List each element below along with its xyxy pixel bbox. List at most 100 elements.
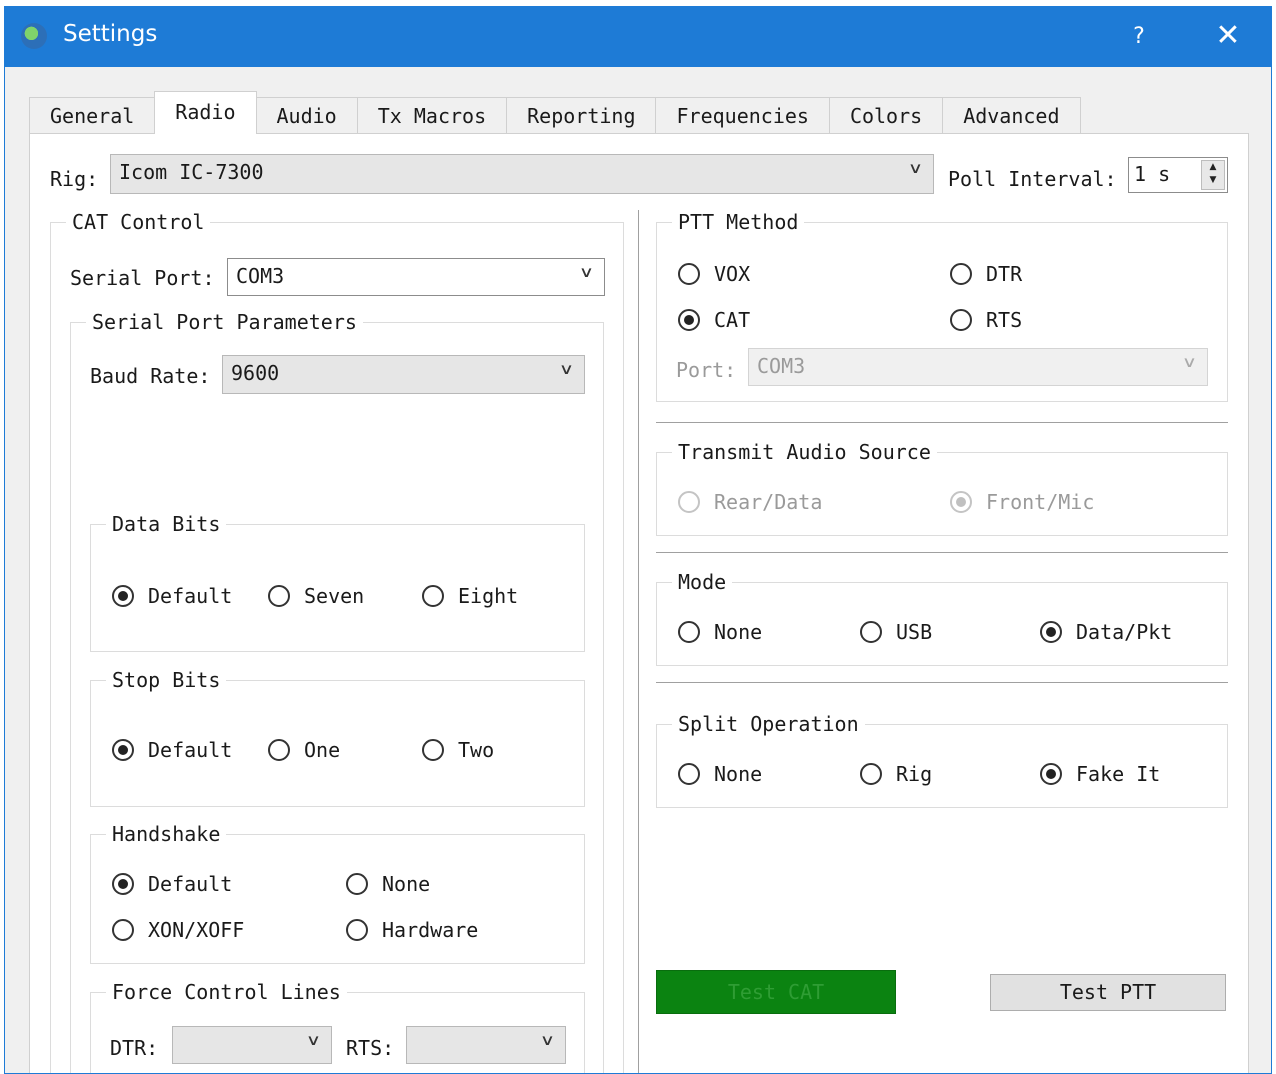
tx-audio-front-radio[interactable]: Front/Mic [950,490,1094,514]
ptt-rts-radio[interactable]: RTS [950,308,1022,332]
stop-bits-default-radio[interactable]: Default [112,738,232,762]
rig-select[interactable]: Icom IC-7300 ∨ [110,154,934,194]
radio-label: XON/XOFF [148,918,245,942]
ptt-dtr-radio[interactable]: DTR [950,262,1022,286]
radio-label: VOX [714,262,751,286]
handshake-default-radio[interactable]: Default [112,872,232,896]
radio-checked-icon [678,309,700,331]
close-button[interactable]: ✕ [1203,7,1253,67]
separator [656,682,1228,684]
split-operation-title: Split Operation [672,712,865,736]
radio-label: RTS [986,308,1023,332]
baud-rate-select[interactable]: 9600 ∨ [222,355,585,394]
radio-checked-icon [1040,763,1062,785]
separator [656,552,1228,554]
handshake-hardware-radio[interactable]: Hardware [346,918,478,942]
mode-title: Mode [672,570,733,594]
handshake-xonxoff-radio[interactable]: XON/XOFF [112,918,244,942]
chevron-down-icon: ∨ [578,263,595,281]
stop-bits-two-radio[interactable]: Two [422,738,494,762]
tab-radio[interactable]: Radio [154,91,257,134]
ptt-vox-radio[interactable]: VOX [678,262,750,286]
radio-label: Default [148,584,233,608]
tab-reporting[interactable]: Reporting [506,97,657,134]
radio-unchecked-icon [950,309,972,331]
serial-port-label: Serial Port: [70,266,215,290]
title-bar[interactable]: Settings ? ✕ [5,7,1271,67]
radio-checked-icon [950,491,972,513]
split-none-radio[interactable]: None [678,762,762,786]
tab-bar: General Radio Audio Tx Macros Reporting … [29,91,1081,134]
radio-label: Seven [304,584,365,608]
tx-audio-rear-radio[interactable]: Rear/Data [678,490,822,514]
spin-arrows-icon[interactable]: ▲ ▼ [1201,160,1225,190]
chevron-down-icon: ∨ [558,360,575,378]
radio-label: DTR [986,262,1023,286]
radio-label: USB [896,620,933,644]
radio-label: Hardware [382,918,479,942]
serial-port-value: COM3 [236,264,285,288]
baud-rate-label: Baud Rate: [90,364,211,388]
radio-label: Data/Pkt [1076,620,1173,644]
dtr-label: DTR: [110,1036,159,1060]
separator [656,422,1228,424]
serial-params-title: Serial Port Parameters [86,310,363,334]
tab-general[interactable]: General [29,97,156,134]
radio-label: Rig [896,762,933,786]
poll-interval-spinbox[interactable]: 1 s ▲ ▼ [1128,157,1228,193]
chevron-down-icon: ∨ [1181,353,1198,371]
settings-window: Settings ? ✕ General Radio Audio Tx Macr… [4,6,1272,1074]
force-control-title: Force Control Lines [106,980,347,1004]
radio-label: Rear/Data [714,490,823,514]
radio-unchecked-icon [422,739,444,761]
ptt-port-value: COM3 [757,354,806,378]
handshake-none-radio[interactable]: None [346,872,430,896]
data-bits-eight-radio[interactable]: Eight [422,584,518,608]
mode-data-pkt-radio[interactable]: Data/Pkt [1040,620,1172,644]
data-bits-seven-radio[interactable]: Seven [268,584,364,608]
tab-audio[interactable]: Audio [255,97,358,134]
radio-label: Fake It [1076,762,1161,786]
stop-bits-one-radio[interactable]: One [268,738,340,762]
ptt-port-select[interactable]: COM3 ∨ [748,348,1208,386]
tab-advanced[interactable]: Advanced [942,97,1081,134]
tab-colors[interactable]: Colors [828,97,944,134]
radio-label: Default [148,872,233,896]
radio-label: Eight [458,584,519,608]
radio-label: None [382,872,431,896]
mode-usb-radio[interactable]: USB [860,620,932,644]
tab-tx-macros[interactable]: Tx Macros [356,97,508,134]
poll-interval-value: 1 s [1134,162,1171,186]
rig-label: Rig: [50,167,99,191]
radio-unchecked-icon [346,919,368,941]
window-title: Settings [63,21,158,47]
rts-select[interactable]: ∨ [406,1026,566,1064]
split-fake-it-radio[interactable]: Fake It [1040,762,1160,786]
radio-unchecked-icon [268,585,290,607]
test-ptt-button[interactable]: Test PTT [990,974,1226,1011]
test-cat-button[interactable]: Test CAT [656,970,896,1014]
help-button[interactable]: ? [1117,7,1161,67]
split-rig-radio[interactable]: Rig [860,762,932,786]
radio-unchecked-icon [678,621,700,643]
radio-unchecked-icon [422,585,444,607]
ptt-method-title: PTT Method [672,210,805,234]
tab-frequencies[interactable]: Frequencies [655,97,830,134]
poll-interval-label: Poll Interval: [948,167,1117,191]
tx-audio-title: Transmit Audio Source [672,440,937,464]
radio-label: Front/Mic [986,490,1095,514]
ptt-cat-radio[interactable]: CAT [678,308,750,332]
baud-rate-value: 9600 [231,361,280,385]
handshake-title: Handshake [106,822,227,846]
radio-unchecked-icon [346,873,368,895]
dtr-select[interactable]: ∨ [172,1026,332,1064]
mode-none-radio[interactable]: None [678,620,762,644]
radio-checked-icon [112,873,134,895]
radio-unchecked-icon [678,263,700,285]
radio-unchecked-icon [950,263,972,285]
data-bits-default-radio[interactable]: Default [112,584,232,608]
radio-unchecked-icon [860,621,882,643]
chevron-down-icon: ∨ [907,159,924,177]
serial-port-select[interactable]: COM3 ∨ [227,258,605,296]
chevron-down-icon: ∨ [539,1031,556,1049]
